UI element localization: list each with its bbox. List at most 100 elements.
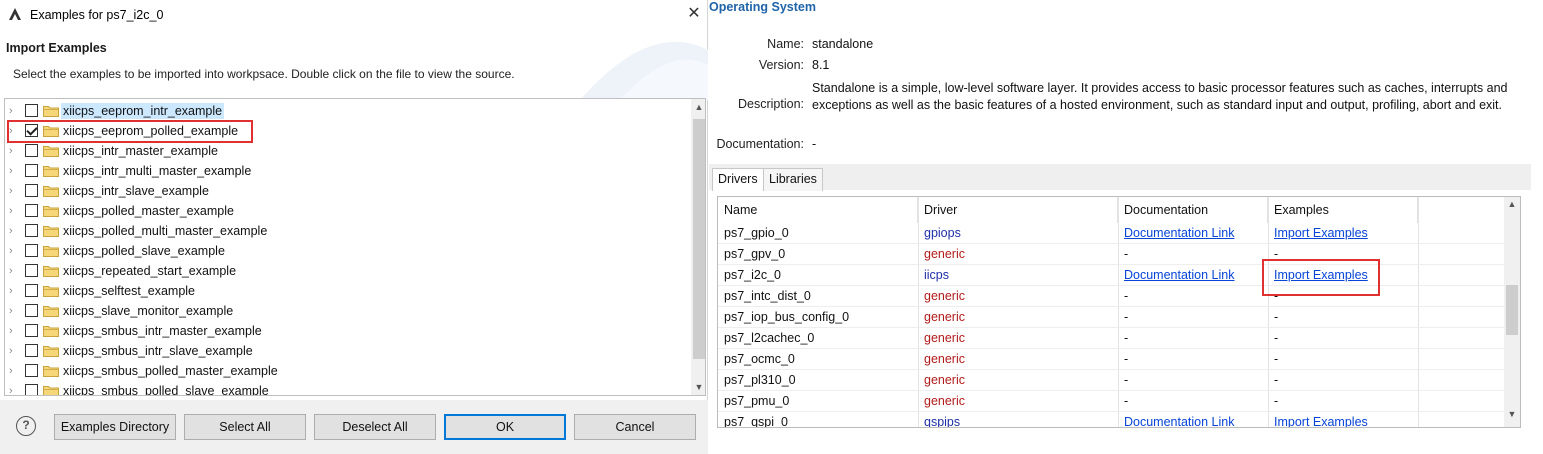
documentation-value: -: [812, 137, 817, 151]
chevron-right-icon[interactable]: ›: [9, 344, 19, 358]
folder-icon: [43, 266, 59, 277]
tree-item-label: xiicps_polled_multi_master_example: [63, 224, 268, 238]
tree-scrollbar[interactable]: ▲ ▼: [691, 99, 705, 395]
tree-item[interactable]: › xiicps_polled_multi_master_example: [5, 221, 691, 241]
driver-name: generic: [924, 373, 965, 387]
os-details-panel: Operating System Name: standalone Versio…: [709, 0, 1543, 454]
tree-item[interactable]: › xiicps_polled_slave_example: [5, 241, 691, 261]
tab-libraries[interactable]: Libraries: [763, 168, 823, 191]
tree-item[interactable]: › xiicps_intr_master_example: [5, 141, 691, 161]
tree-item[interactable]: › xiicps_smbus_intr_master_example: [5, 321, 691, 341]
chevron-right-icon[interactable]: ›: [9, 224, 19, 238]
tree-item[interactable]: › xiicps_polled_master_example: [5, 201, 691, 221]
chevron-right-icon[interactable]: ›: [9, 324, 19, 338]
tree-item-label: xiicps_smbus_polled_master_example: [63, 364, 278, 378]
documentation-link[interactable]: Documentation Link: [1118, 265, 1234, 286]
import-examples-link[interactable]: Import Examples: [1268, 223, 1368, 244]
chevron-right-icon[interactable]: ›: [9, 384, 19, 395]
device-name: ps7_intc_dist_0: [724, 289, 811, 303]
tree-item-label: xiicps_smbus_intr_slave_example: [63, 344, 253, 358]
table-row: ps7_l2cachec_0 generic - -: [718, 328, 1504, 349]
chevron-right-icon[interactable]: ›: [9, 284, 19, 298]
dialog-footer: ? Examples Directory Select All Deselect…: [0, 400, 708, 454]
scrollbar-thumb[interactable]: [1506, 285, 1518, 335]
device-name: ps7_qspi_0: [724, 415, 788, 427]
chevron-right-icon[interactable]: ›: [9, 244, 19, 258]
cancel-button[interactable]: Cancel: [574, 414, 696, 440]
chevron-right-icon[interactable]: ›: [9, 104, 19, 118]
tree-item[interactable]: › xiicps_smbus_polled_master_example: [5, 361, 691, 381]
table-scrollbar[interactable]: ▲ ▼: [1504, 197, 1520, 427]
table-row: ps7_gpio_0 gpiops Documentation Link Import…: [718, 223, 1504, 244]
folder-icon: [43, 286, 59, 297]
checkbox-icon[interactable]: [25, 104, 38, 117]
documentation-link[interactable]: Documentation Link: [1118, 223, 1234, 244]
examples-tree[interactable]: › xiicps_eeprom_intr_example › xiicps_eepro…: [4, 98, 706, 396]
chevron-right-icon[interactable]: ›: [9, 184, 19, 198]
tree-item-label: xiicps_intr_multi_master_example: [63, 164, 252, 178]
tree-item[interactable]: › xiicps_slave_monitor_example: [5, 301, 691, 321]
device-name: ps7_pmu_0: [724, 394, 790, 408]
scroll-up-icon[interactable]: ▲: [691, 99, 705, 115]
checkbox-icon[interactable]: [25, 284, 38, 297]
tree-item[interactable]: › xiicps_eeprom_intr_example: [5, 101, 691, 121]
tree-item[interactable]: › xiicps_intr_slave_example: [5, 181, 691, 201]
chevron-right-icon[interactable]: ›: [9, 364, 19, 378]
tree-item[interactable]: › xiicps_smbus_intr_slave_example: [5, 341, 691, 361]
device-name: ps7_iop_bus_config_0: [724, 310, 850, 324]
scrollbar-thumb[interactable]: [693, 119, 705, 359]
checkbox-icon[interactable]: [25, 304, 38, 317]
tree-item[interactable]: › xiicps_intr_multi_master_example: [5, 161, 691, 181]
checkbox-icon[interactable]: [25, 184, 38, 197]
name-label: Name:: [767, 37, 804, 51]
checkbox-icon[interactable]: [25, 164, 38, 177]
tree-item-label: xiicps_intr_master_example: [63, 144, 218, 158]
scroll-down-icon[interactable]: ▼: [691, 379, 705, 395]
column-header-name[interactable]: Name: [718, 197, 918, 223]
checkbox-icon[interactable]: [25, 344, 38, 357]
tab-drivers[interactable]: Drivers: [712, 168, 764, 191]
column-header-documentation[interactable]: Documentation: [1118, 197, 1268, 223]
deselect-all-button[interactable]: Deselect All: [314, 414, 436, 440]
chevron-right-icon[interactable]: ›: [9, 204, 19, 218]
checkbox-icon[interactable]: [25, 204, 38, 217]
chevron-right-icon[interactable]: ›: [9, 264, 19, 278]
folder-icon: [43, 326, 59, 337]
documentation-empty: -: [1124, 331, 1129, 345]
chevron-right-icon[interactable]: ›: [9, 304, 19, 318]
tree-item-label: xiicps_smbus_polled_slave_example: [63, 384, 269, 396]
chevron-right-icon[interactable]: ›: [9, 144, 19, 158]
documentation-link[interactable]: Documentation Link: [1118, 412, 1234, 427]
close-icon[interactable]: ✕: [684, 4, 704, 24]
scroll-down-icon[interactable]: ▼: [1504, 409, 1520, 423]
driver-name: generic: [924, 394, 965, 408]
driver-name: iicps: [924, 268, 950, 282]
checkbox-icon[interactable]: [25, 364, 38, 377]
tree-item[interactable]: › xiicps_repeated_start_example: [5, 261, 691, 281]
checkbox-icon[interactable]: [25, 384, 38, 395]
ok-button[interactable]: OK: [444, 414, 566, 440]
help-icon[interactable]: ?: [16, 416, 36, 436]
checkbox-icon[interactable]: [25, 264, 38, 277]
checkbox-icon[interactable]: [25, 224, 38, 237]
folder-icon: [43, 306, 59, 317]
tree-item[interactable]: › xiicps_smbus_polled_slave_example: [5, 381, 691, 396]
checkbox-icon[interactable]: [25, 244, 38, 257]
table-row: ps7_ocmc_0 generic - -: [718, 349, 1504, 370]
import-examples-link[interactable]: Import Examples: [1268, 412, 1368, 427]
scroll-up-icon[interactable]: ▲: [1504, 199, 1520, 213]
table-row: ps7_qspi_0 qspips Documentation Link Import…: [718, 412, 1504, 427]
device-name: ps7_gpv_0: [724, 247, 786, 261]
documentation-empty: -: [1124, 310, 1129, 324]
tree-item[interactable]: › xiicps_selftest_example: [5, 281, 691, 301]
column-header-examples[interactable]: Examples: [1268, 197, 1418, 223]
select-all-button[interactable]: Select All: [184, 414, 306, 440]
checkbox-icon[interactable]: [25, 144, 38, 157]
folder-icon: [43, 206, 59, 217]
examples-directory-button[interactable]: Examples Directory: [54, 414, 176, 440]
chevron-right-icon[interactable]: ›: [9, 164, 19, 178]
column-header-driver[interactable]: Driver: [918, 197, 1118, 223]
dialog-subtitle: Select the examples to be imported into …: [13, 67, 515, 81]
checkbox-icon[interactable]: [25, 324, 38, 337]
version-value: 8.1: [812, 58, 830, 72]
